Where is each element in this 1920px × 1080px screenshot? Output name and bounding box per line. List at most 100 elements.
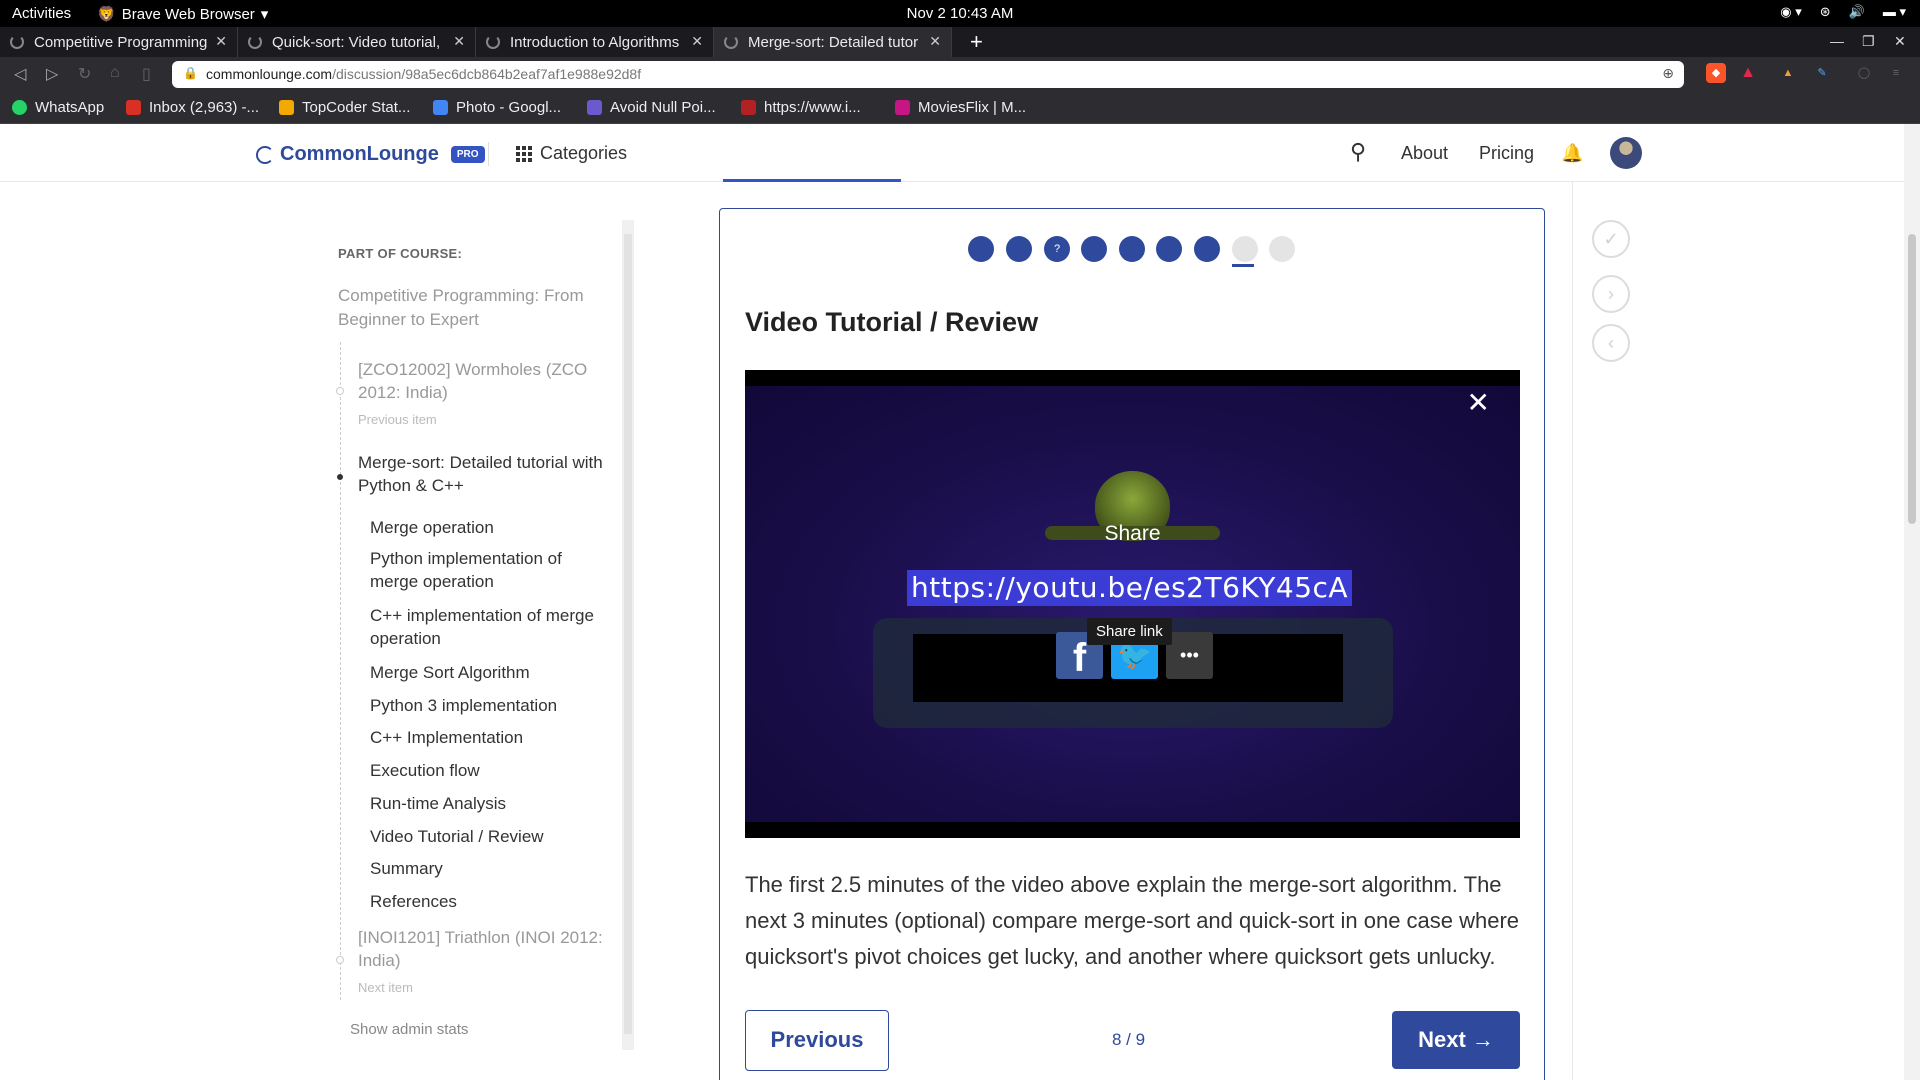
back-icon[interactable]: ◁ (14, 64, 26, 84)
active-tab-underline (723, 179, 901, 182)
part-of-course-heading: PART OF COURSE: (338, 246, 463, 261)
brave-shields-icon[interactable]: ◆ (1706, 63, 1726, 83)
bell-icon[interactable]: 🔔 (1561, 143, 1583, 164)
toc-item[interactable]: Execution flow (370, 759, 480, 782)
avatar[interactable] (1610, 137, 1642, 169)
current-item-title[interactable]: Merge-sort: Detailed tutorial with Pytho… (358, 451, 608, 497)
home-icon[interactable]: ⌂ (110, 64, 120, 82)
toc-item[interactable]: References (370, 890, 457, 913)
sidebar-scrollbar[interactable] (622, 220, 634, 1050)
toc-item[interactable]: Merge operation (370, 516, 494, 539)
bookmark-item[interactable]: Inbox (2,963) -... (126, 99, 259, 116)
bookmark-item[interactable]: WhatsApp (12, 99, 104, 116)
pricing-link[interactable]: Pricing (1479, 143, 1534, 164)
bookmark-item[interactable]: MoviesFlix | M... (895, 99, 1026, 116)
bookmark-item[interactable]: https://www.i... (741, 99, 861, 116)
progress-step[interactable] (968, 236, 994, 262)
previous-button[interactable]: Previous (745, 1010, 889, 1071)
mark-complete-button[interactable]: ✓ (1592, 220, 1630, 258)
progress-step[interactable] (1194, 236, 1220, 262)
address-bar[interactable]: 🔒 commonlounge.com/discussion/98a5ec6dcb… (172, 61, 1684, 88)
toc-item[interactable]: Merge Sort Algorithm (370, 661, 530, 684)
url-domain: commonlounge.com (206, 66, 333, 82)
toc-item[interactable]: Python implementation of merge operation (370, 547, 600, 593)
accessibility-icon[interactable]: ◉ ▾ (1780, 4, 1801, 20)
current-step-indicator (1232, 264, 1254, 267)
more-share-button[interactable]: ••• (1166, 632, 1213, 679)
next-item-button[interactable]: › (1592, 275, 1630, 313)
toc-item[interactable]: Run-time Analysis (370, 792, 506, 815)
gmail-icon (126, 100, 141, 115)
page-scrollbar[interactable] (1904, 124, 1920, 1080)
system-tray[interactable]: ◉ ▾ ⊛ 🔊 ▬ ▾ (1780, 4, 1906, 20)
tab-title: Introduction to Algorithms (510, 33, 680, 51)
sidebar-scroll-thumb[interactable] (624, 234, 632, 1034)
toc-item[interactable]: Python 3 implementation (370, 694, 557, 717)
toc-item[interactable]: Summary (370, 857, 443, 880)
course-link[interactable]: Competitive Programming: From Beginner t… (338, 284, 608, 332)
current-node-dot (337, 474, 343, 480)
minimize-icon[interactable]: — (1830, 33, 1844, 49)
extension-icon[interactable]: ▲ (1778, 63, 1798, 83)
battery-icon[interactable]: ▬ ▾ (1883, 4, 1906, 20)
previous-item-link[interactable]: [ZCO12002] Wormholes (ZCO 2012: India) P… (358, 358, 608, 431)
progress-step[interactable] (1269, 236, 1295, 262)
page-scroll-thumb[interactable] (1908, 234, 1916, 524)
browser-tab-active[interactable]: Merge-sort: Detailed tutor ✕ (714, 27, 952, 57)
loading-icon (10, 35, 24, 49)
toc-item[interactable]: C++ implementation of merge operation (370, 604, 610, 650)
zoom-icon[interactable]: ⊕ (1662, 65, 1674, 82)
previous-item-button[interactable]: ‹ (1592, 324, 1630, 362)
profile-icon[interactable]: ◯ (1854, 63, 1874, 83)
next-button[interactable]: Next → (1392, 1011, 1520, 1069)
lock-icon[interactable]: 🔒 (183, 66, 198, 80)
toc-item[interactable]: C++ Implementation (370, 726, 523, 749)
progress-step[interactable] (1006, 236, 1032, 262)
close-icon[interactable]: ✕ (215, 33, 227, 50)
check-icon: ✓ (1603, 229, 1619, 249)
toc-item[interactable]: Video Tutorial / Review (370, 825, 544, 848)
brave-rewards-icon[interactable]: ▲ (1738, 63, 1758, 83)
close-icon[interactable]: ✕ (453, 33, 465, 50)
volume-icon[interactable]: 🔊 (1849, 4, 1865, 20)
tab-title: Competitive Programming (34, 33, 208, 51)
close-icon[interactable]: ✕ (691, 33, 703, 50)
search-icon[interactable]: ⚲ (1350, 139, 1366, 165)
progress-step[interactable] (1119, 236, 1145, 262)
close-icon[interactable]: ✕ (929, 33, 941, 50)
categories-menu[interactable]: Categories (516, 143, 627, 164)
bookmark-item[interactable]: Photo - Googl... (433, 99, 561, 116)
browser-tab[interactable]: Introduction to Algorithms ✕ (476, 27, 714, 57)
reload-icon[interactable]: ↻ (78, 64, 91, 84)
commonlounge-logo[interactable]: CommonLounge PRO (256, 143, 485, 166)
browser-tab[interactable]: Competitive Programming ✕ (0, 27, 238, 57)
bookmark-label: TopCoder Stat... (302, 99, 411, 116)
video-player[interactable]: Share https://youtu.be/es2T6KY45cA f 🐦 •… (745, 370, 1520, 838)
whatsapp-icon (12, 100, 27, 115)
share-url[interactable]: https://youtu.be/es2T6KY45cA (907, 570, 1353, 606)
progress-step-quiz[interactable]: ? (1044, 236, 1070, 262)
next-item-link[interactable]: [INOI1201] Triathlon (INOI 2012: India) … (358, 926, 608, 999)
bookmark-item[interactable]: Avoid Null Poi... (587, 99, 716, 116)
network-icon[interactable]: ⊛ (1820, 4, 1831, 20)
browser-tab[interactable]: Quick-sort: Video tutorial, ✕ (238, 27, 476, 57)
forward-icon[interactable]: ▷ (46, 64, 58, 84)
menu-icon[interactable]: ≡ (1886, 63, 1906, 83)
next-item-label: Next item (358, 980, 413, 995)
clock[interactable]: Nov 2 10:43 AM (0, 5, 1920, 22)
about-link[interactable]: About (1401, 143, 1448, 164)
pen-extension-icon[interactable]: ✎ (1812, 63, 1832, 83)
site-header: CommonLounge PRO Categories ⚲ About Pric… (0, 124, 1904, 182)
bookmark-item[interactable]: TopCoder Stat... (279, 99, 410, 116)
close-icon[interactable]: ✕ (1467, 386, 1490, 419)
progress-step[interactable] (1081, 236, 1107, 262)
new-tab-icon[interactable]: + (970, 29, 983, 55)
admin-stats-link[interactable]: Show admin stats (350, 1021, 468, 1038)
bookmark-icon[interactable]: ▯ (142, 64, 151, 84)
progress-step[interactable] (1156, 236, 1182, 262)
window-close-icon[interactable]: ✕ (1894, 33, 1906, 50)
right-rail-divider (1572, 182, 1573, 1080)
progress-step-current[interactable] (1232, 236, 1258, 262)
restore-icon[interactable]: ❐ (1862, 33, 1875, 50)
url-text[interactable]: commonlounge.com/discussion/98a5ec6dcb86… (206, 66, 641, 82)
